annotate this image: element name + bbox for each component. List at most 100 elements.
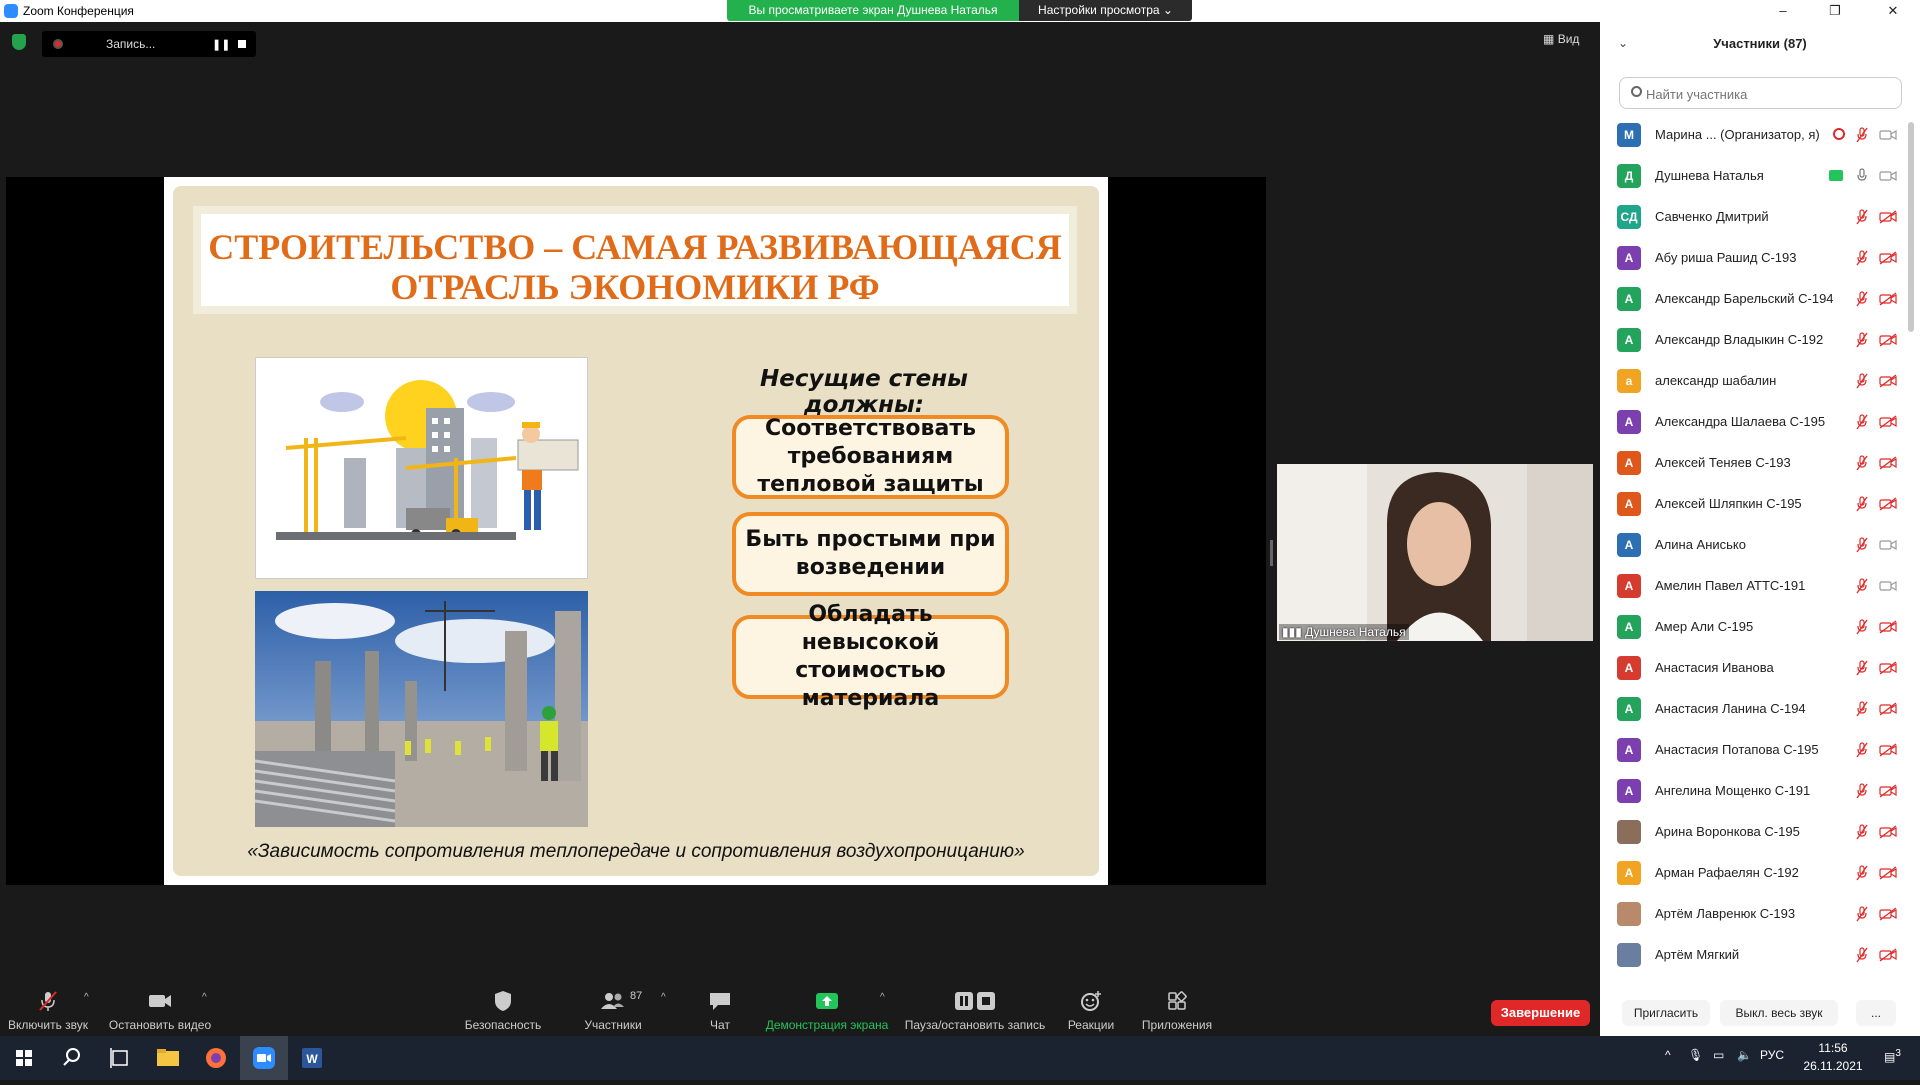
encryption-shield-icon[interactable] [12, 34, 26, 50]
muted-mic-icon[interactable] [1855, 824, 1869, 840]
apps-button[interactable]: Приложения [1136, 982, 1218, 1036]
video-off-icon[interactable] [1879, 661, 1897, 675]
pause-recording-icon[interactable]: ❚❚ [212, 38, 230, 51]
muted-mic-icon[interactable] [1855, 619, 1869, 635]
taskbar-clock[interactable]: 11:56 26.11.2021 [1788, 1039, 1878, 1075]
muted-mic-icon[interactable] [1855, 578, 1869, 594]
participant-row[interactable]: А Александр Барельский С-194 [1600, 278, 1904, 319]
share-screen-button[interactable]: Демонстрация экрана [762, 982, 892, 1036]
video-off-icon[interactable] [1879, 210, 1897, 224]
muted-mic-icon[interactable] [1855, 127, 1869, 143]
muted-mic-icon[interactable] [1855, 783, 1869, 799]
participant-row[interactable]: М Марина ... (Организатор, я) [1600, 114, 1904, 155]
tray-network-icon[interactable]: ▭ [1713, 1048, 1724, 1062]
video-off-icon[interactable] [1879, 948, 1897, 962]
muted-mic-icon[interactable] [1855, 332, 1869, 348]
action-center-notifications-icon[interactable]: ▤3 [1884, 1048, 1901, 1064]
video-off-icon[interactable] [1879, 743, 1897, 757]
view-layout-button[interactable]: ▦ Вид [1543, 32, 1579, 46]
video-off-icon[interactable] [1879, 333, 1897, 347]
stop-video-button[interactable]: Остановить видео [108, 982, 212, 1036]
muted-mic-icon[interactable] [1855, 209, 1869, 225]
stop-recording-icon[interactable] [238, 40, 246, 48]
muted-mic-icon[interactable] [1855, 414, 1869, 430]
search-taskbar-button[interactable] [48, 1036, 96, 1080]
invite-button[interactable]: Пригласить [1622, 1000, 1710, 1026]
video-off-icon[interactable] [1879, 374, 1897, 388]
participant-row[interactable]: А Алексей Шляпкин С-195 [1600, 483, 1904, 524]
video-icon[interactable] [1879, 169, 1897, 183]
video-off-icon[interactable] [1879, 702, 1897, 716]
tray-microphone-icon[interactable]: 🎙 [1688, 1048, 1703, 1062]
view-options-button[interactable]: Настройки просмотра ⌄ [1019, 0, 1192, 21]
participant-list-scrollbar[interactable] [1908, 122, 1914, 332]
participant-search-box[interactable] [1619, 77, 1902, 109]
muted-mic-icon[interactable] [1855, 701, 1869, 717]
participant-row[interactable]: А Анастасия Ланина С-194 [1600, 688, 1904, 729]
muted-mic-icon[interactable] [1855, 373, 1869, 389]
close-button[interactable]: ✕ [1870, 0, 1916, 22]
unmute-button[interactable]: Включить звук [6, 982, 90, 1036]
video-off-icon[interactable] [1879, 497, 1897, 511]
muted-mic-icon[interactable] [1855, 455, 1869, 471]
mic-icon[interactable] [1855, 168, 1869, 184]
muted-mic-icon[interactable] [1855, 660, 1869, 676]
participants-options-caret-icon[interactable]: ^ [661, 992, 666, 1003]
layout-splitter-handle[interactable] [1270, 540, 1273, 566]
participant-row[interactable]: А Александр Владыкин С-192 [1600, 319, 1904, 360]
video-off-icon[interactable] [1879, 866, 1897, 880]
show-hidden-icons-chevron-icon[interactable]: ^ [1665, 1048, 1671, 1062]
video-off-icon[interactable] [1879, 415, 1897, 429]
participant-video-tile[interactable]: ▮▮▮ Душнева Наталья [1277, 464, 1593, 641]
pause-stop-recording-button[interactable]: Пауза/остановить запись [900, 982, 1050, 1036]
participant-row[interactable]: А Алексей Теняев С-193 [1600, 442, 1904, 483]
participant-row[interactable]: Д Душнева Наталья [1600, 155, 1904, 196]
participant-row[interactable]: А Ангелина Мощенко С-191 [1600, 770, 1904, 811]
participant-row[interactable]: А Алина Анисько [1600, 524, 1904, 565]
muted-mic-icon[interactable] [1855, 865, 1869, 881]
reactions-button[interactable]: Реакции [1060, 982, 1122, 1036]
video-off-icon[interactable] [1879, 907, 1897, 921]
mute-all-button[interactable]: Выкл. весь звук [1720, 1000, 1838, 1026]
task-view-button[interactable] [96, 1036, 144, 1080]
muted-mic-icon[interactable] [1855, 496, 1869, 512]
end-meeting-button[interactable]: Завершение [1491, 1000, 1590, 1026]
participant-row[interactable]: А Анастасия Иванова [1600, 647, 1904, 688]
maximize-button[interactable]: ❐ [1812, 0, 1858, 22]
participant-row[interactable]: А Амелин Павел АТТС-191 [1600, 565, 1904, 606]
participant-row[interactable]: Арина Воронкова С-195 [1600, 811, 1904, 852]
participant-row[interactable]: А Александра Шалаева С-195 [1600, 401, 1904, 442]
muted-mic-icon[interactable] [1855, 742, 1869, 758]
more-options-button[interactable]: ... [1856, 1000, 1896, 1026]
video-off-icon[interactable] [1879, 456, 1897, 470]
video-icon[interactable] [1879, 538, 1897, 552]
chat-button[interactable]: Чат [690, 982, 750, 1036]
participant-row[interactable]: а александр шабалин [1600, 360, 1904, 401]
video-options-caret-icon[interactable]: ^ [202, 992, 207, 1003]
firefox-taskbar-icon[interactable] [192, 1036, 240, 1080]
muted-mic-icon[interactable] [1855, 947, 1869, 963]
video-off-icon[interactable] [1879, 620, 1897, 634]
security-button[interactable]: Безопасность [458, 982, 548, 1036]
video-off-icon[interactable] [1879, 784, 1897, 798]
video-icon[interactable] [1879, 128, 1897, 142]
participant-row[interactable]: Артём Лавренюк С-193 [1600, 893, 1904, 934]
muted-mic-icon[interactable] [1855, 250, 1869, 266]
participant-row[interactable]: А Анастасия Потапова С-195 [1600, 729, 1904, 770]
audio-options-caret-icon[interactable]: ^ [84, 992, 89, 1003]
word-taskbar-icon[interactable]: W [288, 1036, 336, 1080]
muted-mic-icon[interactable] [1855, 906, 1869, 922]
participant-row[interactable]: А Абу риша Рашид С-193 [1600, 237, 1904, 278]
start-button[interactable] [0, 1036, 48, 1080]
video-off-icon[interactable] [1879, 292, 1897, 306]
share-options-caret-icon[interactable]: ^ [880, 992, 885, 1003]
file-explorer-taskbar-icon[interactable] [144, 1036, 192, 1080]
video-off-icon[interactable] [1879, 251, 1897, 265]
zoom-taskbar-icon[interactable] [240, 1036, 288, 1080]
participant-row[interactable]: А Арман Рафаелян С-192 [1600, 852, 1904, 893]
participants-button[interactable]: Участники [568, 982, 658, 1036]
participant-search-input[interactable] [1646, 84, 1896, 104]
input-language-indicator[interactable]: РУС [1760, 1048, 1784, 1062]
participant-row[interactable]: А Амер Али С-195 [1600, 606, 1904, 647]
muted-mic-icon[interactable] [1855, 291, 1869, 307]
